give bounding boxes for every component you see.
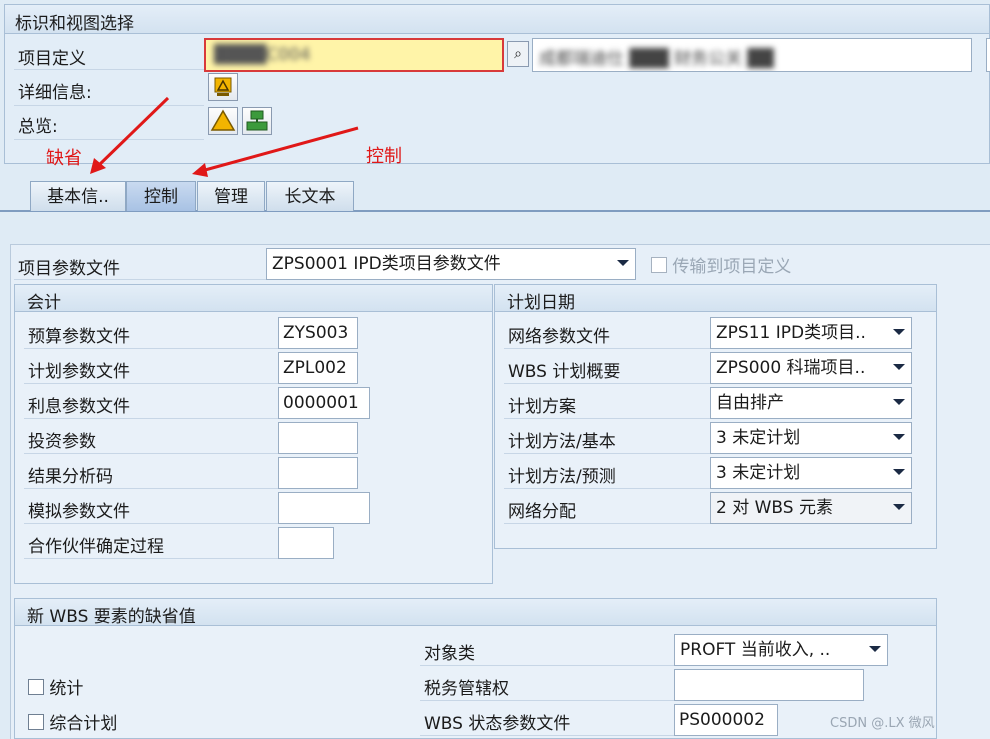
accounting-field-label: 预算参数文件 bbox=[28, 327, 130, 347]
chevron-down-icon bbox=[893, 469, 905, 475]
tab-long-text[interactable]: 长文本 bbox=[266, 181, 354, 211]
accounting-row: 计划参数文件 bbox=[24, 352, 278, 384]
tab-basic-info-label: 基本信.. bbox=[47, 187, 109, 207]
object-class-label: 对象类 bbox=[424, 644, 475, 664]
plan-dates-row: WBS 计划概要 bbox=[504, 352, 710, 384]
chevron-down-icon bbox=[617, 260, 629, 266]
plan-dates-row: 计划方法/预测 bbox=[504, 457, 710, 489]
status-profile-label: WBS 状态参数文件 bbox=[424, 714, 571, 734]
transfer-checkbox[interactable] bbox=[651, 256, 667, 273]
wbs-defaults-title-bar: 新 WBS 要素的缺省值 bbox=[14, 598, 937, 627]
accounting-field-input[interactable] bbox=[278, 457, 358, 489]
statistics-checkbox[interactable] bbox=[28, 678, 44, 695]
plan-dates-dropdown[interactable]: 3 未定计划 bbox=[710, 457, 912, 489]
accounting-title: 会计 bbox=[27, 293, 61, 313]
accounting-field-input[interactable] bbox=[278, 527, 334, 559]
accounting-field-label: 计划参数文件 bbox=[28, 362, 130, 382]
transfer-label: 传输到项目定义 bbox=[672, 257, 792, 277]
tab-admin-label: 管理 bbox=[214, 187, 248, 207]
integrated-checkbox-row[interactable]: 综合计划 bbox=[28, 709, 117, 734]
status-profile-input[interactable]: PS000002 bbox=[674, 704, 778, 736]
accounting-field-input[interactable]: 0000001 bbox=[278, 387, 370, 419]
accounting-title-bar: 会计 bbox=[14, 284, 493, 313]
tab-control[interactable]: 控制 bbox=[126, 181, 196, 211]
plan-dates-field-label: 网络参数文件 bbox=[508, 327, 610, 347]
plan-dates-field-value: 自由排产 bbox=[716, 393, 784, 413]
tax-label: 税务管辖权 bbox=[424, 679, 509, 699]
accounting-field-label: 模拟参数文件 bbox=[28, 502, 130, 522]
plan-dates-dropdown[interactable]: 2 对 WBS 元素 bbox=[710, 492, 912, 524]
plan-dates-field-value: 3 未定计划 bbox=[716, 428, 801, 448]
plan-dates-field-label: WBS 计划概要 bbox=[508, 362, 621, 382]
object-class-row: 对象类 bbox=[420, 634, 674, 666]
accounting-row: 结果分析码 bbox=[24, 457, 278, 489]
integrated-label: 综合计划 bbox=[49, 714, 118, 734]
plan-dates-field-label: 计划方案 bbox=[508, 397, 576, 417]
accounting-row: 模拟参数文件 bbox=[24, 492, 278, 524]
accounting-field-label: 结果分析码 bbox=[28, 467, 113, 487]
watermark: CSDN @.LX 微风 bbox=[830, 716, 935, 731]
chevron-down-icon bbox=[893, 364, 905, 370]
wbs-defaults-title: 新 WBS 要素的缺省值 bbox=[27, 607, 196, 627]
statistics-label: 统计 bbox=[49, 679, 84, 699]
accounting-row: 预算参数文件 bbox=[24, 317, 278, 349]
tax-row: 税务管辖权 bbox=[420, 669, 674, 701]
plan-dates-title: 计划日期 bbox=[507, 293, 575, 313]
accounting-field-input[interactable]: ZPL002 bbox=[278, 352, 358, 384]
tab-long-text-label: 长文本 bbox=[284, 187, 336, 207]
tab-control-label: 控制 bbox=[144, 187, 178, 207]
tab-basic-info[interactable]: 基本信.. bbox=[30, 181, 126, 211]
accounting-row: 投资参数 bbox=[24, 422, 278, 454]
plan-dates-row: 计划方案 bbox=[504, 387, 710, 419]
transfer-checkbox-row[interactable]: 传输到项目定义 bbox=[651, 252, 791, 277]
plan-dates-field-value: ZPS11 IPD类项目.. bbox=[716, 323, 866, 343]
accounting-field-input[interactable] bbox=[278, 422, 358, 454]
project-profile-label: 项目参数文件 bbox=[18, 259, 120, 279]
project-profile-dropdown[interactable]: ZPS0001 IPD类项目参数文件 bbox=[266, 248, 636, 280]
plan-dates-field-label: 网络分配 bbox=[508, 502, 576, 522]
accounting-field-label: 合作伙伴确定过程 bbox=[28, 537, 164, 557]
object-class-dropdown[interactable]: PROFT 当前收入, .. bbox=[674, 634, 888, 666]
project-profile-value: ZPS0001 IPD类项目参数文件 bbox=[272, 254, 501, 274]
chevron-down-icon bbox=[893, 504, 905, 510]
plan-dates-field-label: 计划方法/预测 bbox=[508, 467, 616, 487]
chevron-down-icon bbox=[893, 329, 905, 335]
plan-dates-dropdown[interactable]: ZPS11 IPD类项目.. bbox=[710, 317, 912, 349]
plan-dates-title-bar: 计划日期 bbox=[494, 284, 937, 313]
accounting-field-label: 投资参数 bbox=[28, 432, 96, 452]
tax-input[interactable] bbox=[674, 669, 864, 701]
accounting-field-label: 利息参数文件 bbox=[28, 397, 130, 417]
tab-admin[interactable]: 管理 bbox=[197, 181, 265, 211]
integrated-checkbox[interactable] bbox=[28, 713, 44, 730]
accounting-row: 合作伙伴确定过程 bbox=[24, 527, 278, 559]
plan-dates-field-label: 计划方法/基本 bbox=[508, 432, 616, 452]
chevron-down-icon bbox=[869, 646, 881, 652]
chevron-down-icon bbox=[893, 434, 905, 440]
annotation-arrows bbox=[90, 96, 359, 177]
plan-dates-row: 网络分配 bbox=[504, 492, 710, 524]
statistics-checkbox-row[interactable]: 统计 bbox=[28, 674, 83, 699]
plan-dates-dropdown[interactable]: 自由排产 bbox=[710, 387, 912, 419]
status-profile-row: WBS 状态参数文件 bbox=[420, 704, 674, 736]
plan-dates-field-value: 3 未定计划 bbox=[716, 463, 801, 483]
accounting-field-input[interactable] bbox=[278, 492, 370, 524]
object-class-value: PROFT 当前收入, .. bbox=[680, 640, 831, 660]
plan-dates-field-value: 2 对 WBS 元素 bbox=[716, 498, 833, 518]
plan-dates-field-value: ZPS000 科瑞项目.. bbox=[716, 358, 866, 378]
plan-dates-row: 网络参数文件 bbox=[504, 317, 710, 349]
plan-dates-row: 计划方法/基本 bbox=[504, 422, 710, 454]
project-profile-row: 项目参数文件 bbox=[14, 248, 266, 280]
chevron-down-icon bbox=[893, 399, 905, 405]
accounting-field-input[interactable]: ZYS003 bbox=[278, 317, 358, 349]
accounting-row: 利息参数文件 bbox=[24, 387, 278, 419]
plan-dates-dropdown[interactable]: ZPS000 科瑞项目.. bbox=[710, 352, 912, 384]
plan-dates-dropdown[interactable]: 3 未定计划 bbox=[710, 422, 912, 454]
